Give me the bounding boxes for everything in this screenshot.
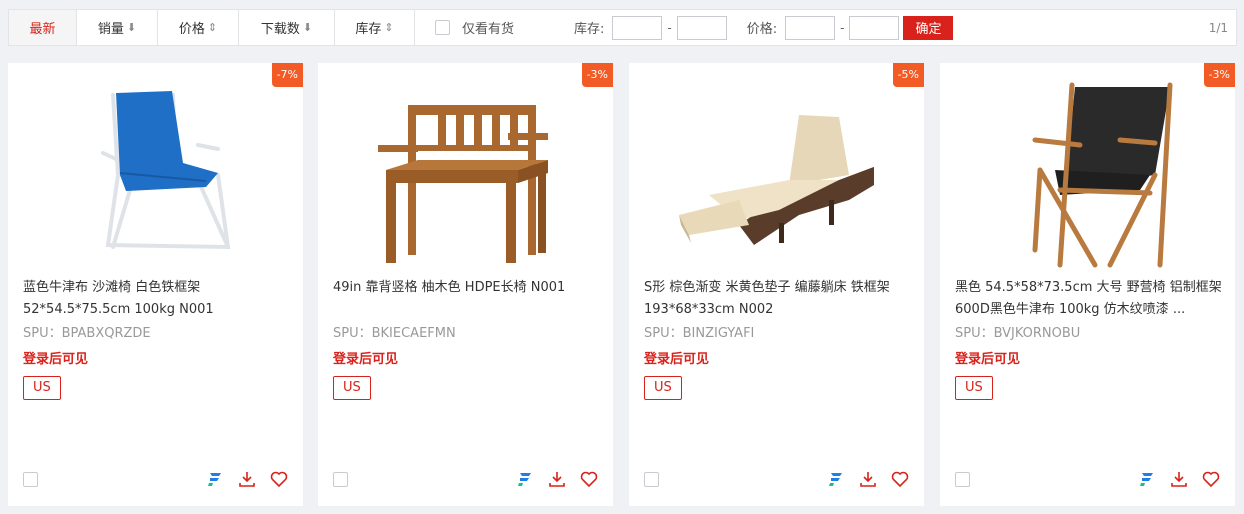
- brand-f-icon[interactable]: [515, 469, 535, 489]
- price-range: 价格: - 确定: [746, 15, 954, 40]
- favorite-heart-icon[interactable]: [1201, 469, 1221, 489]
- sort-toggle-icon: ⇕: [384, 21, 394, 34]
- sort-label: 销量: [97, 22, 124, 37]
- arrow-down-icon: ⬇: [126, 21, 137, 34]
- login-to-view-price[interactable]: 登录后可见: [644, 348, 709, 367]
- price-max-input[interactable]: [849, 15, 900, 40]
- product-spu: SPU：BINZIGYAFI: [644, 326, 755, 341]
- login-to-view-price[interactable]: 登录后可见: [955, 348, 1020, 367]
- product-spu: SPU：BPABXQRZDE: [23, 326, 151, 341]
- product-title[interactable]: 黑色 54.5*58*73.5cm 大号 野营椅 铝制框架 600D黑色牛津布 …: [955, 277, 1223, 321]
- in-stock-filter[interactable]: 仅看有货: [435, 18, 514, 37]
- sort-price[interactable]: 价格 ⇕: [158, 10, 239, 45]
- product-spu: SPU：BKIECAEFMN: [333, 326, 456, 341]
- brand-f-icon[interactable]: [1137, 469, 1157, 489]
- login-to-view-price[interactable]: 登录后可见: [333, 348, 398, 367]
- sort-sales[interactable]: 销量 ⬇: [77, 10, 158, 45]
- product-image-camping-chair[interactable]: [990, 75, 1185, 270]
- region-tag: US: [333, 376, 371, 400]
- product-card[interactable]: -5% S形 棕色渐变 米黄色垫子 编藤躺床 铁框架 193*68*33cm N…: [629, 63, 924, 506]
- card-actions: [205, 469, 289, 489]
- sort-label: 库存: [355, 22, 382, 37]
- sort-downloads[interactable]: 下载数 ⬇: [239, 10, 335, 45]
- card-actions: [515, 469, 599, 489]
- favorite-heart-icon[interactable]: [890, 469, 910, 489]
- sort-stock[interactable]: 库存 ⇕: [335, 10, 415, 45]
- sort-label: 价格: [178, 22, 205, 37]
- favorite-heart-icon[interactable]: [269, 469, 289, 489]
- product-image-teak-bench[interactable]: [368, 75, 563, 270]
- confirm-button[interactable]: 确定: [903, 15, 954, 40]
- select-checkbox[interactable]: [333, 472, 348, 487]
- discount-badge: -7%: [271, 63, 303, 87]
- card-actions: [1137, 469, 1221, 489]
- brand-f-icon[interactable]: [826, 469, 846, 489]
- product-title[interactable]: S形 棕色渐变 米黄色垫子 编藤躺床 铁框架 193*68*33cm N002: [644, 277, 912, 321]
- brand-f-icon[interactable]: [205, 469, 225, 489]
- sort-label: 最新: [29, 22, 56, 37]
- select-checkbox[interactable]: [23, 472, 38, 487]
- discount-badge: -3%: [1203, 63, 1235, 87]
- sort-toggle-icon: ⇕: [207, 21, 218, 34]
- product-spu: SPU：BVJKORNOBU: [955, 326, 1081, 341]
- range-dash: -: [667, 20, 672, 35]
- region-tag: US: [23, 376, 61, 400]
- favorite-heart-icon[interactable]: [579, 469, 599, 489]
- stock-max-input[interactable]: [676, 15, 727, 40]
- region-tag: US: [955, 376, 993, 400]
- product-card[interactable]: -3% 黑色 54.5*58*73.5cm 大号 野营椅 铝制框架 600D黑色…: [940, 63, 1235, 506]
- product-image-blue-beach-chair[interactable]: [58, 75, 253, 270]
- region-tag: US: [644, 376, 682, 400]
- filter-toolbar: 最新 销量 ⬇ 价格 ⇕ 下载数 ⬇ 库存 ⇕ 仅看有货 库存: - 价格: -…: [8, 9, 1237, 46]
- range-dash: -: [840, 20, 845, 35]
- download-icon[interactable]: [1169, 469, 1189, 489]
- product-title[interactable]: 蓝色牛津布 沙滩椅 白色铁框架 52*54.5*75.5cm 100kg N00…: [23, 277, 291, 321]
- price-min-input[interactable]: [785, 15, 836, 40]
- card-actions: [826, 469, 910, 489]
- select-checkbox[interactable]: [644, 472, 659, 487]
- discount-badge: -3%: [581, 63, 613, 87]
- stock-min-input[interactable]: [612, 15, 663, 40]
- sort-label: 下载数: [260, 22, 300, 37]
- product-card[interactable]: -7% 蓝色牛津布 沙滩椅 白色铁框架 52*54.5*75.5cm 100kg…: [8, 63, 303, 506]
- login-to-view-price[interactable]: 登录后可见: [23, 348, 88, 367]
- download-icon[interactable]: [237, 469, 257, 489]
- in-stock-checkbox[interactable]: [435, 20, 450, 35]
- product-image-rattan-lounger[interactable]: [679, 75, 879, 270]
- page-indicator: 1/1: [1208, 20, 1228, 35]
- stock-range-label: 库存:: [574, 22, 605, 37]
- in-stock-label: 仅看有货: [462, 22, 515, 37]
- discount-badge: -5%: [892, 63, 924, 87]
- download-icon[interactable]: [858, 469, 878, 489]
- stock-range: 库存: -: [574, 15, 727, 40]
- price-range-label: 价格:: [746, 22, 778, 37]
- select-checkbox[interactable]: [955, 472, 970, 487]
- product-title[interactable]: 49in 靠背竖格 柚木色 HDPE长椅 N001: [333, 277, 601, 321]
- arrow-down-icon: ⬇: [302, 21, 313, 34]
- product-card[interactable]: -3% 49in 靠背竖格 柚木色 HDPE长椅 N001 SPU：BKIECA…: [318, 63, 613, 506]
- sort-newest[interactable]: 最新: [9, 10, 77, 45]
- download-icon[interactable]: [547, 469, 567, 489]
